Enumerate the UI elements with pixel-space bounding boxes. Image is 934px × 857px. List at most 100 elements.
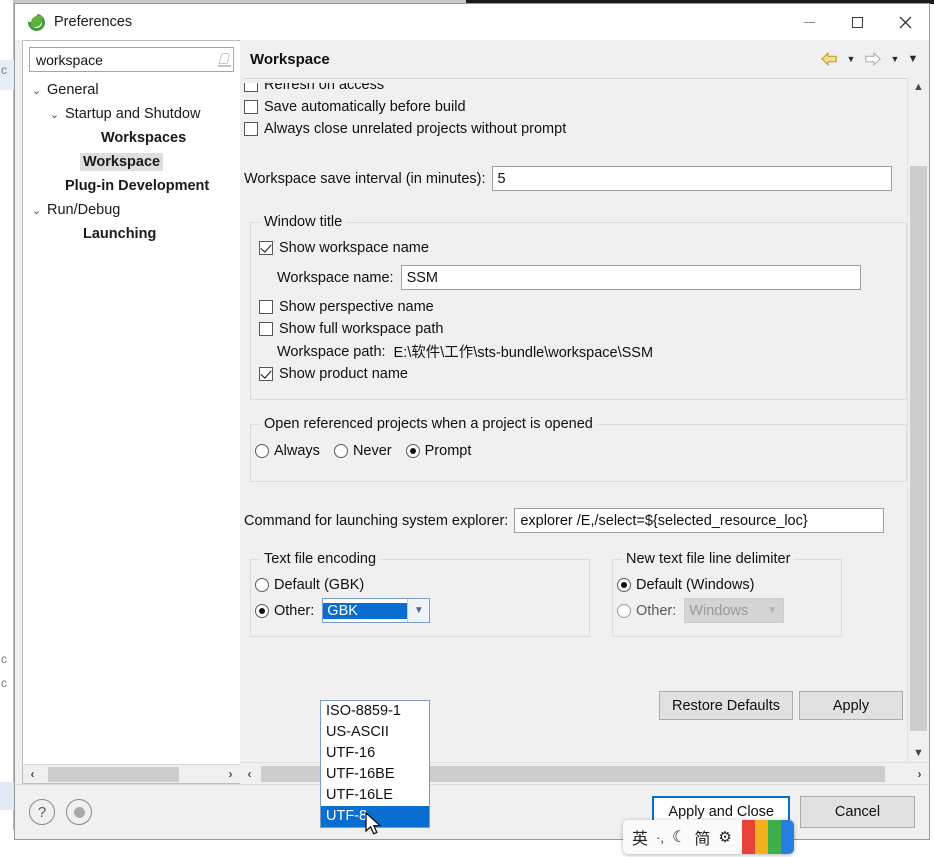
back-button[interactable] bbox=[817, 48, 841, 70]
dropdown-option[interactable]: ISO-8859-1 bbox=[321, 701, 429, 722]
encoding-dropdown-list[interactable]: ISO-8859-1 US-ASCII UTF-16 UTF-16BE UTF-16LE… bbox=[320, 700, 430, 828]
checkbox-refresh-on-access[interactable]: Refresh on access bbox=[244, 83, 907, 96]
referenced-projects-radio-row[interactable]: Always Never Prompt bbox=[255, 439, 896, 462]
workspace-name-input[interactable]: SSM bbox=[400, 265, 861, 290]
radio-circle[interactable] bbox=[255, 577, 269, 592]
cancel-button[interactable]: Cancel bbox=[800, 796, 915, 828]
tree-scroll-track[interactable] bbox=[42, 765, 221, 783]
minimize-button[interactable] bbox=[785, 4, 833, 40]
checkbox-always-close-unrelated[interactable]: Always close unrelated projects without … bbox=[244, 118, 907, 140]
settings-vertical-scrollbar[interactable]: ▲ ▼ bbox=[907, 78, 929, 762]
ime-language-bar[interactable]: 英 ·, ☾ 简 ⚙ bbox=[623, 820, 794, 854]
ime-mode-label[interactable]: 英 bbox=[632, 825, 648, 849]
workspace-name-row: Workspace name: SSM bbox=[277, 265, 896, 290]
sidebar-item-workspace[interactable]: Workspace bbox=[23, 150, 240, 174]
preferences-tree-pane: ⌄General⌄Startup and ShutdowWorkspacesWo… bbox=[22, 40, 240, 784]
checkbox-box[interactable] bbox=[244, 100, 258, 114]
dropdown-option[interactable]: UTF-16BE bbox=[321, 764, 429, 785]
vertical-scroll-thumb[interactable] bbox=[910, 166, 927, 731]
record-dot-button[interactable] bbox=[66, 799, 92, 825]
checkbox-box[interactable] bbox=[244, 122, 258, 136]
delimiter-other-radio[interactable]: Other: Windows ▼ bbox=[617, 598, 831, 623]
tree-horizontal-scrollbar[interactable]: ‹ › bbox=[23, 764, 240, 783]
dropdown-option[interactable]: UTF-8 bbox=[321, 806, 429, 827]
ime-logo-colors[interactable] bbox=[741, 820, 794, 854]
ime-punctuation-label[interactable]: ·, bbox=[656, 830, 664, 845]
text-file-encoding-content: Default (GBK) Other: GBK ▼ bbox=[251, 560, 589, 632]
help-button[interactable]: ? bbox=[29, 799, 55, 825]
page-nav-icons: ▼ ▼ ▼ bbox=[817, 48, 921, 70]
apply-button[interactable]: Apply bbox=[799, 691, 903, 720]
checkbox-box[interactable] bbox=[259, 367, 273, 381]
ime-script-label[interactable]: 简 bbox=[694, 825, 710, 849]
save-interval-input[interactable]: 5 bbox=[491, 166, 892, 191]
sidebar-item-launching[interactable]: Launching bbox=[23, 222, 240, 246]
radio-circle[interactable] bbox=[617, 603, 631, 618]
scroll-down-arrow-icon[interactable]: ▼ bbox=[908, 744, 929, 762]
forward-button[interactable] bbox=[861, 48, 885, 70]
encoding-combo-box[interactable]: GBK ▼ bbox=[322, 598, 431, 623]
chevron-down-icon[interactable]: ⌄ bbox=[47, 108, 62, 121]
window-title-group-label: Window title bbox=[260, 214, 347, 230]
search-input[interactable] bbox=[36, 51, 217, 68]
checkbox-save-automatically[interactable]: Save automatically before build bbox=[244, 96, 907, 118]
general-checkbox-group: Refresh on access Save automatically bef… bbox=[240, 83, 907, 140]
close-button[interactable] bbox=[881, 4, 929, 40]
checkbox-show-perspective-name[interactable]: Show perspective name bbox=[259, 296, 896, 318]
radio-circle[interactable] bbox=[617, 577, 631, 592]
radio-circle[interactable] bbox=[333, 443, 348, 458]
back-arrow-icon bbox=[821, 52, 837, 66]
sidebar-item-plug-in-development[interactable]: Plug-in Development bbox=[23, 174, 240, 198]
encoding-default-radio[interactable]: Default (GBK) bbox=[255, 573, 579, 596]
explorer-command-value: explorer /E,/select=${selected_resource_… bbox=[520, 512, 808, 529]
chevron-down-icon[interactable]: ▼ bbox=[407, 599, 430, 622]
forward-history-caret-icon[interactable]: ▼ bbox=[887, 48, 903, 70]
restore-defaults-button[interactable]: Restore Defaults bbox=[659, 691, 793, 720]
sidebar-item-run-debug[interactable]: ⌄ Run/Debug bbox=[23, 198, 240, 222]
dropdown-option[interactable]: US-ASCII bbox=[321, 722, 429, 743]
workspace-name-label: Workspace name: bbox=[277, 269, 394, 286]
chevron-down-icon[interactable]: ⌄ bbox=[29, 84, 44, 97]
delimiter-default-radio[interactable]: Default (Windows) bbox=[617, 573, 831, 596]
ime-logo-bar bbox=[780, 820, 794, 854]
workspace-name-value: SSM bbox=[406, 269, 439, 286]
back-history-caret-icon[interactable]: ▼ bbox=[843, 48, 859, 70]
gear-icon[interactable]: ⚙ bbox=[718, 828, 731, 846]
checkbox-box[interactable] bbox=[259, 241, 273, 255]
filter-box[interactable] bbox=[29, 47, 234, 72]
radio-circle[interactable] bbox=[405, 443, 420, 458]
scroll-left-arrow-icon[interactable]: ‹ bbox=[240, 765, 259, 782]
referenced-projects-option-label: Always bbox=[274, 442, 320, 459]
checkbox-label: Always close unrelated projects without … bbox=[264, 121, 567, 137]
checkbox-label: Refresh on access bbox=[264, 83, 385, 93]
scroll-up-arrow-icon[interactable]: ▲ bbox=[908, 78, 929, 96]
radio-circle[interactable] bbox=[255, 443, 269, 458]
dropdown-option[interactable]: UTF-16LE bbox=[321, 785, 429, 806]
dropdown-option[interactable]: UTF-16 bbox=[321, 743, 429, 764]
explorer-command-input[interactable]: explorer /E,/select=${selected_resource_… bbox=[514, 508, 885, 533]
save-interval-row: Workspace save interval (in minutes): 5 bbox=[244, 166, 907, 191]
checkbox-box[interactable] bbox=[259, 322, 273, 336]
radio-circle[interactable] bbox=[255, 603, 269, 618]
tree-scroll-thumb[interactable] bbox=[48, 766, 179, 782]
preferences-tree[interactable]: ⌄ General ⌄ Startup and Shutdow Workspaces Wo… bbox=[23, 72, 240, 764]
maximize-button[interactable] bbox=[833, 4, 881, 40]
checkbox-show-workspace-name[interactable]: Show workspace name bbox=[259, 237, 896, 259]
checkbox-show-full-workspace-path[interactable]: Show full workspace path bbox=[259, 318, 896, 340]
checkbox-label: Show full workspace path bbox=[279, 321, 444, 337]
sidebar-item-label: Run/Debug bbox=[47, 202, 121, 218]
chevron-down-icon[interactable]: ⌄ bbox=[29, 204, 44, 217]
scroll-right-arrow-icon[interactable]: › bbox=[910, 765, 929, 782]
encoding-other-radio[interactable]: Other: GBK ▼ bbox=[255, 598, 579, 623]
moon-icon[interactable]: ☾ bbox=[672, 827, 686, 847]
sidebar-item-general[interactable]: ⌄ General bbox=[23, 78, 240, 102]
scroll-right-arrow-icon[interactable]: › bbox=[221, 766, 240, 783]
checkbox-show-product-name[interactable]: Show product name bbox=[259, 363, 896, 385]
sidebar-item-startup-and-shutdow[interactable]: ⌄ Startup and Shutdow bbox=[23, 102, 240, 126]
scroll-left-arrow-icon[interactable]: ‹ bbox=[23, 766, 42, 783]
checkbox-box[interactable] bbox=[244, 83, 258, 92]
view-menu-caret-icon[interactable]: ▼ bbox=[905, 48, 921, 70]
eraser-icon[interactable] bbox=[217, 52, 231, 67]
sidebar-item-workspaces[interactable]: Workspaces bbox=[23, 126, 240, 150]
checkbox-box[interactable] bbox=[259, 300, 273, 314]
